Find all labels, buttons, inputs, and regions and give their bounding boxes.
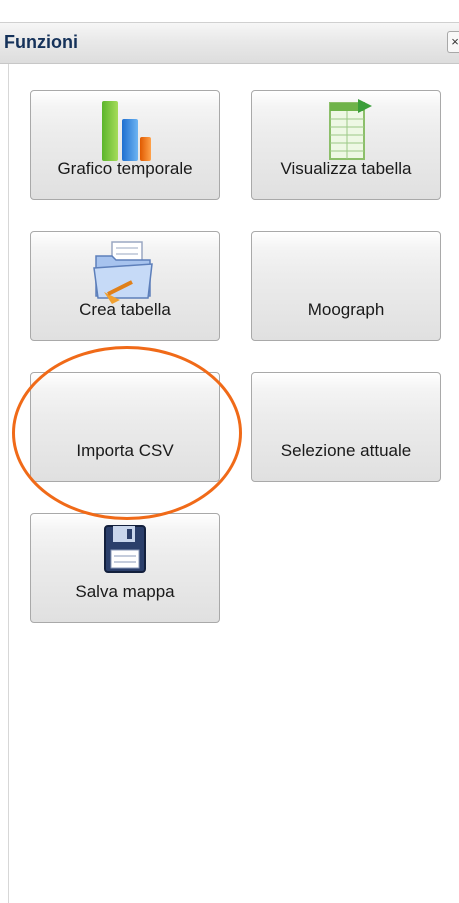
- panel-title: Funzioni: [4, 32, 78, 52]
- button-label: Moograph: [307, 300, 385, 319]
- panel-border: [8, 60, 9, 903]
- button-label: Importa CSV: [76, 441, 174, 460]
- folder-icon: [93, 241, 153, 304]
- close-button[interactable]: ×: [447, 31, 459, 53]
- spreadsheet-icon: [329, 99, 372, 160]
- functions-panel: Funzioni × Grafico temporale Visualizza …: [0, 0, 459, 903]
- bar-chart-icon: [102, 101, 151, 161]
- button-label: Crea tabella: [79, 300, 171, 319]
- selezione-attuale-button[interactable]: Selezione attuale: [251, 372, 441, 482]
- close-icon: ×: [451, 34, 459, 49]
- crea-tabella-button[interactable]: Crea tabella: [30, 231, 220, 341]
- floppy-disk-icon: [104, 525, 146, 573]
- button-label: Visualizza tabella: [280, 159, 412, 178]
- panel-header: Funzioni ×: [0, 22, 459, 64]
- grafico-temporale-button[interactable]: Grafico temporale: [30, 90, 220, 200]
- salva-mappa-button[interactable]: Salva mappa: [30, 513, 220, 623]
- button-label: Salva mappa: [75, 582, 175, 601]
- importa-csv-button[interactable]: Importa CSV: [30, 372, 220, 482]
- button-label: Grafico temporale: [57, 159, 193, 178]
- moograph-button[interactable]: Moograph: [251, 231, 441, 341]
- button-label: Selezione attuale: [280, 441, 412, 460]
- visualizza-tabella-button[interactable]: Visualizza tabella: [251, 90, 441, 200]
